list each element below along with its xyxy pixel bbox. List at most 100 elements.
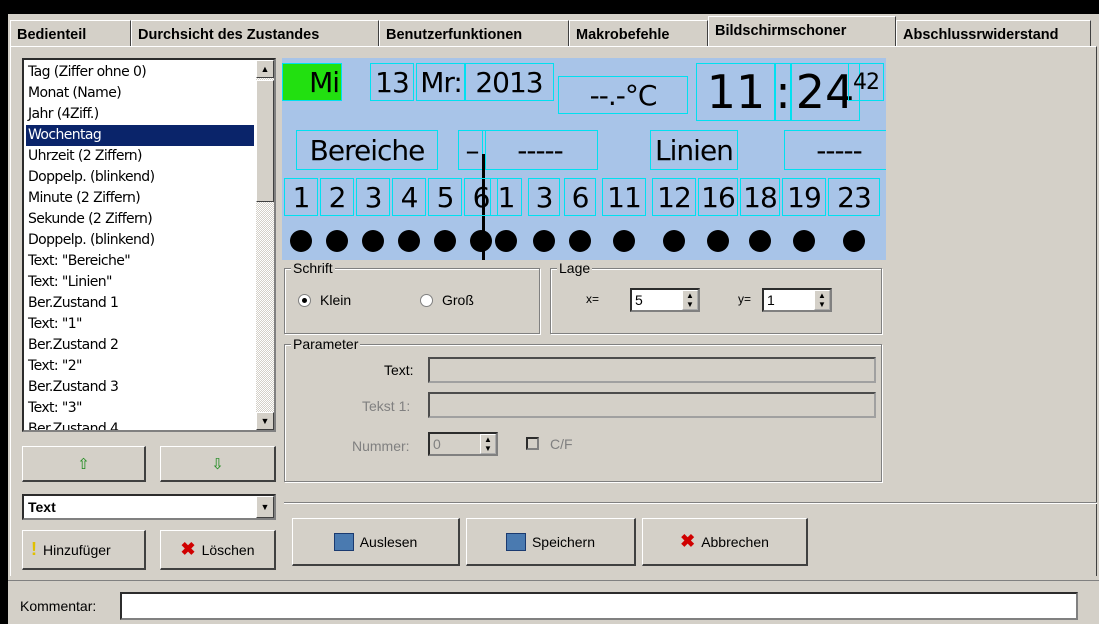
chevron-down-icon[interactable]: ▼ xyxy=(256,496,274,518)
y-spinner[interactable]: 1 ▲ ▼ xyxy=(762,288,832,312)
lcd-state-dot xyxy=(663,230,685,252)
cf-checkbox[interactable] xyxy=(526,437,539,450)
cancel-x-icon: ✖ xyxy=(680,531,696,551)
read-button-label: Auslesen xyxy=(359,533,418,550)
lcd-number[interactable]: 3 xyxy=(356,178,390,216)
radio-small[interactable] xyxy=(298,294,311,307)
tab-benutzerfunktionen[interactable]: Benutzerfunktionen xyxy=(379,20,569,46)
radio-large[interactable] xyxy=(420,294,433,307)
radio-large-label[interactable]: Groß xyxy=(442,292,474,308)
exclamation-icon: ! xyxy=(31,539,37,559)
delete-button[interactable]: ✖ Löschen xyxy=(160,530,276,570)
save-button[interactable]: Speichern xyxy=(466,518,636,566)
comment-input[interactable] xyxy=(120,592,1078,620)
move-up-button[interactable]: ⇧ xyxy=(22,446,146,482)
lcd-state-dot xyxy=(290,230,312,252)
list-item[interactable]: Sekunde (2 Ziffern) xyxy=(26,209,254,230)
list-scrollbar[interactable]: ▲ ▼ xyxy=(256,60,274,430)
lcd-state-dot xyxy=(326,230,348,252)
arrow-up-icon: ⇧ xyxy=(77,455,90,473)
tab-bildschirmschoner[interactable]: Bildschirmschoner xyxy=(708,16,896,46)
x-spinner[interactable]: 5 ▲ ▼ xyxy=(630,288,700,312)
element-list[interactable]: Tag (Ziffer ohne 0) Monat (Name) Jahr (4Zi… xyxy=(22,58,276,432)
y-label: y= xyxy=(738,292,752,306)
tab-makrobefehle[interactable]: Makrobefehle xyxy=(569,20,708,46)
lcd-zones-state[interactable]: ----- xyxy=(784,130,886,170)
spinner-arrows-icon[interactable]: ▲ ▼ xyxy=(480,434,496,454)
lcd-number[interactable]: 6 xyxy=(564,178,596,216)
lcd-number[interactable]: 2 xyxy=(320,178,354,216)
number-label: Nummer: xyxy=(352,438,410,454)
element-type-select[interactable]: Text ▼ xyxy=(22,494,276,520)
lcd-areas-state[interactable]: ----- xyxy=(482,130,598,170)
lcd-number[interactable]: 3 xyxy=(528,178,560,216)
spinner-arrows-icon[interactable]: ▲ ▼ xyxy=(814,290,830,310)
scroll-thumb[interactable] xyxy=(256,80,274,202)
lcd-number[interactable]: 18 xyxy=(740,178,780,216)
lcd-number[interactable]: 23 xyxy=(828,178,880,216)
number-spinner[interactable]: 0 ▲ ▼ xyxy=(428,432,498,456)
scroll-up-icon[interactable]: ▲ xyxy=(256,60,274,78)
add-button[interactable]: ! Hinzufüger xyxy=(22,530,146,570)
move-down-button[interactable]: ⇩ xyxy=(160,446,276,482)
text-label: Text: xyxy=(384,362,414,378)
lcd-number[interactable]: 5 xyxy=(428,178,462,216)
comment-label: Kommentar: xyxy=(20,598,97,614)
list-item[interactable]: Wochentag xyxy=(25,124,255,147)
list-item[interactable]: Tag (Ziffer ohne 0) xyxy=(26,62,254,83)
cancel-button[interactable]: ✖ Abbrechen xyxy=(642,518,808,566)
text-input[interactable] xyxy=(428,357,876,383)
lcd-state-dot xyxy=(613,230,635,252)
radio-small-label[interactable]: Klein xyxy=(320,292,351,308)
list-item[interactable]: Doppelp. (blinkend) xyxy=(26,230,254,251)
list-item[interactable]: Ber.Zustand 1 xyxy=(26,293,254,314)
lcd-preview[interactable]: Mi 13 Mr: 2013 --.-°C 11 : 24 42 Bereich… xyxy=(282,58,886,260)
tab-abschlusswiderstand[interactable]: Abschlussrwiderstand xyxy=(896,20,1091,46)
list-item[interactable]: Text: "2" xyxy=(26,356,254,377)
list-item[interactable]: Text: "Bereiche" xyxy=(26,251,254,272)
text1-input[interactable] xyxy=(428,392,876,418)
position-group-title: Lage xyxy=(557,260,593,276)
lcd-number[interactable]: 1 xyxy=(490,178,522,216)
lcd-day[interactable]: 13 xyxy=(370,63,414,101)
lcd-weekday[interactable]: Mi xyxy=(282,63,342,101)
list-item[interactable]: Ber.Zustand 2 xyxy=(26,335,254,356)
lcd-number[interactable]: 12 xyxy=(652,178,696,216)
cancel-button-label: Abbrechen xyxy=(701,533,769,550)
list-item[interactable]: Minute (2 Ziffern) xyxy=(26,188,254,209)
lcd-state-dot xyxy=(398,230,420,252)
tab-bedienteil[interactable]: Bedienteil xyxy=(10,20,131,46)
spinner-arrows-icon[interactable]: ▲ ▼ xyxy=(682,290,698,310)
lcd-zones-label[interactable]: Linien xyxy=(650,130,738,170)
lcd-seconds[interactable]: 42 xyxy=(848,63,884,101)
list-item[interactable]: Ber.Zustand 4 xyxy=(26,419,254,430)
element-type-value: Text xyxy=(28,499,56,515)
tab-durchsicht[interactable]: Durchsicht des Zustandes xyxy=(131,20,379,46)
lcd-state-dot xyxy=(793,230,815,252)
list-item[interactable]: Uhrzeit (2 Ziffern) xyxy=(26,146,254,167)
lcd-number[interactable]: 19 xyxy=(782,178,826,216)
position-group xyxy=(550,268,882,334)
font-group-title: Schrift xyxy=(291,260,335,276)
lcd-state-dot xyxy=(569,230,591,252)
lcd-number[interactable]: 4 xyxy=(392,178,426,216)
list-item[interactable]: Doppelp. (blinkend) xyxy=(26,167,254,188)
list-item[interactable]: Monat (Name) xyxy=(26,83,254,104)
lcd-number[interactable]: 1 xyxy=(284,178,318,216)
list-item[interactable]: Text: "3" xyxy=(26,398,254,419)
delete-button-label: Löschen xyxy=(201,541,255,558)
read-button[interactable]: Auslesen xyxy=(292,518,460,566)
list-item[interactable]: Ber.Zustand 3 xyxy=(26,377,254,398)
lcd-hour[interactable]: 11 xyxy=(696,63,776,121)
lcd-number[interactable]: 11 xyxy=(602,178,646,216)
lcd-number[interactable]: 16 xyxy=(698,178,738,216)
list-item[interactable]: Text: "Linien" xyxy=(26,272,254,293)
list-item[interactable]: Jahr (4Ziff.) xyxy=(26,104,254,125)
lcd-year[interactable]: 2013 xyxy=(464,63,554,101)
lcd-temperature[interactable]: --.-°C xyxy=(558,76,688,114)
lcd-month[interactable]: Mr: xyxy=(416,63,466,101)
scroll-down-icon[interactable]: ▼ xyxy=(256,412,274,430)
lcd-state-dot xyxy=(749,230,771,252)
lcd-areas-label[interactable]: Bereiche xyxy=(296,130,438,170)
list-item[interactable]: Text: "1" xyxy=(26,314,254,335)
